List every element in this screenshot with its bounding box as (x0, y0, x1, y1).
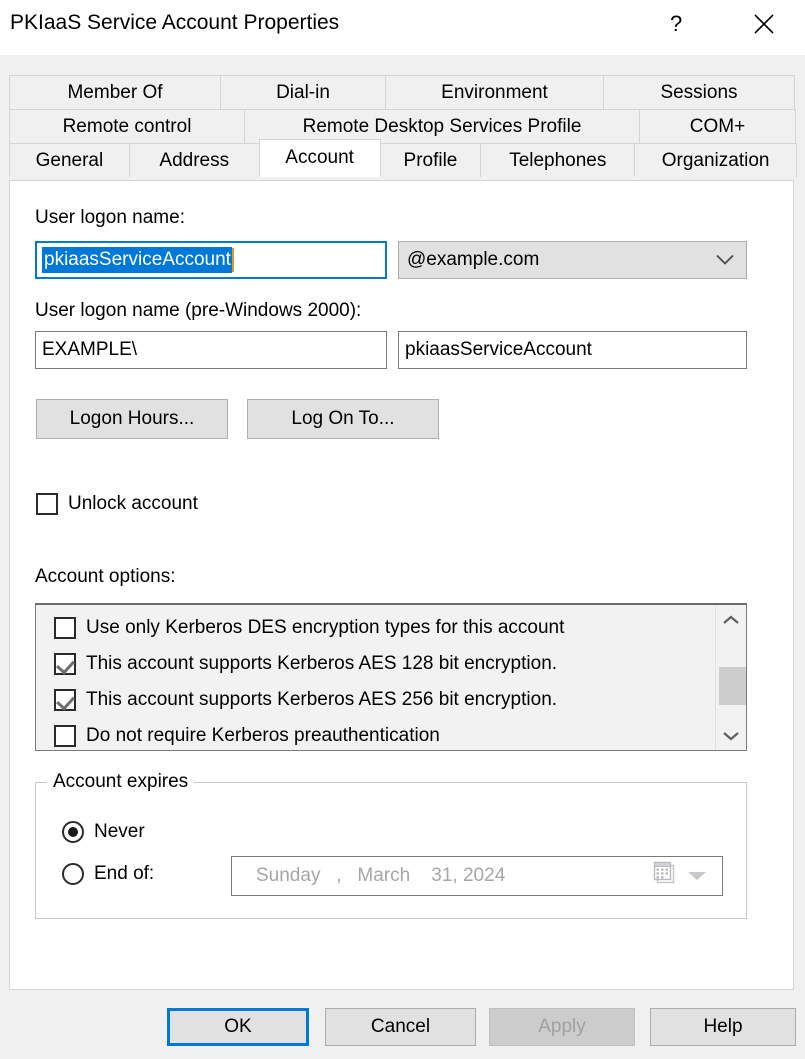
upn-suffix-select[interactable]: @example.com (398, 241, 747, 279)
list-item[interactable]: This account supports Kerberos AES 256 b… (54, 689, 557, 711)
tab-address[interactable]: Address (129, 143, 260, 177)
tab-strip: Member Of Dial-in Environment Sessions R… (9, 75, 796, 177)
tab-general[interactable]: General (9, 143, 130, 177)
pre-windows-2000-label: User logon name (pre-Windows 2000): (35, 300, 361, 322)
pre-windows-2000-name-input[interactable]: pkiaasServiceAccount (398, 331, 747, 369)
user-logon-name-label: User logon name: (35, 207, 185, 229)
chevron-down-icon (723, 731, 739, 741)
tab-label: Remote Desktop Services Profile (303, 116, 582, 138)
account-options-list[interactable]: Use only Kerberos DES encryption types f… (35, 603, 747, 751)
scroll-down-button[interactable] (716, 721, 746, 751)
checkbox-box (36, 493, 58, 515)
question-mark-icon: ? (668, 11, 686, 37)
help-button[interactable]: ? (646, 0, 708, 48)
tab-profile[interactable]: Profile (380, 143, 482, 177)
tab-row-3: General Address Account Profile Telephon… (9, 143, 796, 177)
list-item-label: Use only Kerberos DES encryption types f… (86, 617, 564, 639)
tab-label: Environment (441, 82, 548, 104)
tab-label: Profile (404, 150, 458, 172)
cancel-button[interactable]: Cancel (325, 1008, 476, 1046)
log-on-to-button[interactable]: Log On To... (247, 399, 439, 439)
tab-row-1: Member Of Dial-in Environment Sessions (9, 75, 796, 109)
user-logon-name-value: pkiaasServiceAccount (42, 247, 232, 273)
tab-label: Account (285, 147, 354, 169)
svg-text:?: ? (670, 11, 682, 36)
logon-hours-button-label: Logon Hours... (70, 408, 195, 430)
unlock-account-checkbox[interactable]: Unlock account (36, 493, 198, 515)
calendar-icon (652, 860, 678, 892)
expiration-date-picker[interactable]: Sunday , March 31, 2024 (231, 856, 723, 896)
date-dropdown-arrow[interactable] (688, 865, 706, 887)
tab-label: Address (159, 150, 229, 172)
tab-label: Remote control (63, 116, 192, 138)
pre-windows-2000-domain-value: EXAMPLE\ (42, 339, 137, 361)
unlock-account-label: Unlock account (68, 493, 198, 515)
tab-organization[interactable]: Organization (634, 143, 797, 177)
expires-never-radio[interactable]: Never (62, 821, 145, 843)
cancel-button-label: Cancel (371, 1016, 430, 1038)
expiration-date-value: Sunday , March 31, 2024 (256, 865, 505, 887)
list-item-label: This account supports Kerberos AES 128 b… (86, 653, 557, 675)
tab-remote-control[interactable]: Remote control (9, 109, 245, 143)
list-item[interactable]: Do not require Kerberos preauthenticatio… (54, 725, 440, 747)
list-item[interactable]: This account supports Kerberos AES 128 b… (54, 653, 557, 675)
tab-row-2: Remote control Remote Desktop Services P… (9, 109, 796, 143)
chevron-up-icon (723, 615, 739, 625)
tab-sessions[interactable]: Sessions (603, 75, 795, 109)
upn-suffix-value: @example.com (407, 249, 539, 271)
tab-com-plus[interactable]: COM+ (639, 109, 796, 143)
account-expires-title: Account expires (47, 771, 194, 793)
expires-never-label: Never (94, 821, 145, 843)
radio-box (62, 863, 84, 885)
scroll-up-button[interactable] (716, 605, 746, 635)
chevron-down-icon (688, 871, 706, 881)
tab-member-of[interactable]: Member Of (9, 75, 221, 109)
apply-button: Apply (489, 1008, 635, 1046)
tab-label: Telephones (509, 150, 606, 172)
list-item-label: This account supports Kerberos AES 256 b… (86, 689, 557, 711)
pre-windows-2000-name-value: pkiaasServiceAccount (405, 339, 592, 361)
tab-remote-desktop-services-profile[interactable]: Remote Desktop Services Profile (244, 109, 640, 143)
close-button[interactable] (733, 0, 795, 48)
pre-windows-2000-domain-input[interactable]: EXAMPLE\ (35, 331, 387, 369)
scrollbar-thumb[interactable] (719, 667, 746, 705)
tab-account[interactable]: Account (259, 139, 381, 177)
ok-button-label: OK (224, 1016, 251, 1038)
account-options-scrollbar[interactable] (715, 605, 746, 751)
tab-label: Organization (662, 150, 770, 172)
list-item-label: Do not require Kerberos preauthenticatio… (86, 725, 440, 747)
radio-box (62, 821, 84, 843)
tab-label: Member Of (67, 82, 162, 104)
tab-telephones[interactable]: Telephones (480, 143, 635, 177)
list-item[interactable]: Use only Kerberos DES encryption types f… (54, 617, 564, 639)
chevron-down-icon (716, 255, 734, 266)
tab-dial-in[interactable]: Dial-in (220, 75, 386, 109)
log-on-to-button-label: Log On To... (291, 408, 394, 430)
text-caret (232, 248, 234, 272)
checkbox-box (54, 617, 76, 639)
tab-environment[interactable]: Environment (385, 75, 604, 109)
checkbox-box (54, 689, 76, 711)
user-logon-name-input[interactable]: pkiaasServiceAccount (35, 241, 387, 279)
apply-button-label: Apply (538, 1016, 586, 1038)
checkbox-box (54, 725, 76, 747)
close-icon (753, 13, 775, 35)
help-footer-button[interactable]: Help (650, 1008, 796, 1046)
account-expires-group (35, 782, 747, 919)
title-bar: PKIaaS Service Account Properties ? (0, 0, 805, 55)
tab-label: COM+ (690, 116, 745, 138)
account-options-label: Account options: (35, 566, 175, 588)
checkbox-box (54, 653, 76, 675)
window-title: PKIaaS Service Account Properties (10, 11, 339, 35)
ok-button[interactable]: OK (167, 1008, 309, 1046)
expires-end-of-radio[interactable]: End of: (62, 863, 154, 885)
expires-end-of-label: End of: (94, 863, 154, 885)
tab-label: General (36, 150, 104, 172)
logon-hours-button[interactable]: Logon Hours... (36, 399, 228, 439)
help-button-label: Help (703, 1016, 742, 1038)
tab-label: Dial-in (276, 82, 330, 104)
tab-label: Sessions (660, 82, 737, 104)
